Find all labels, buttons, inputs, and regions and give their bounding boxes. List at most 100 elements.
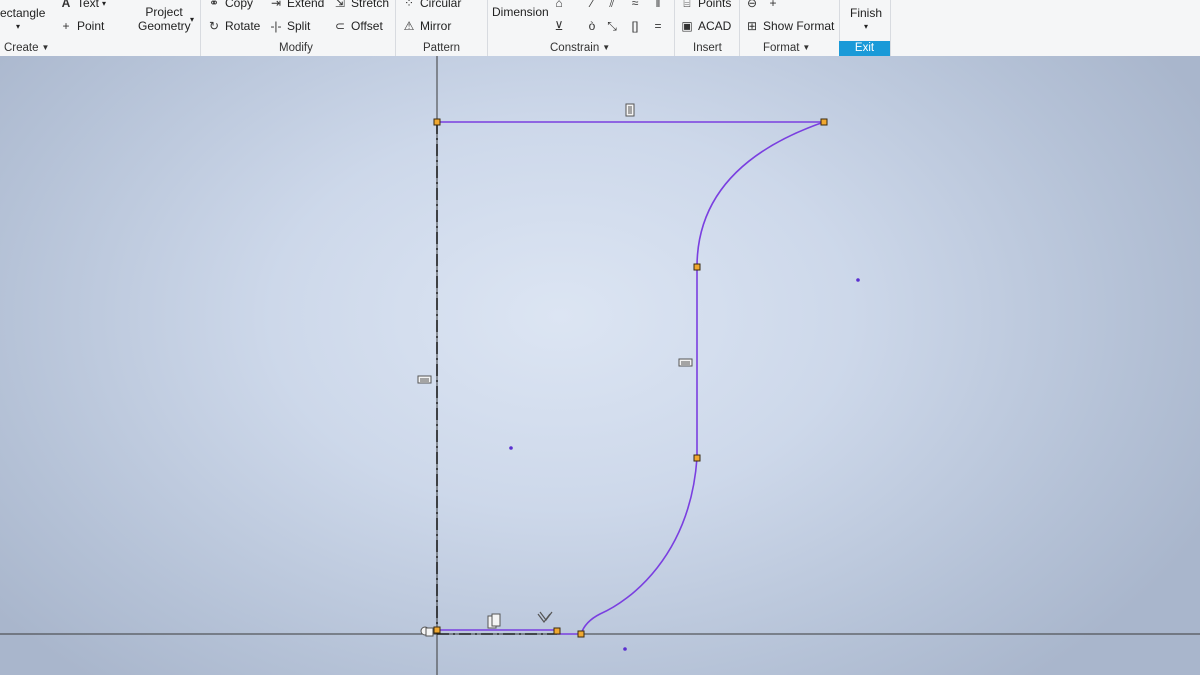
constrain-panel-dropdown-arrow[interactable]: ▼ (602, 43, 610, 52)
constrain-panel-label[interactable]: Constrain ▼ (550, 41, 610, 55)
coincident-constraint-button[interactable]: ⁄ (584, 0, 600, 10)
sketch-drawing (0, 56, 1200, 675)
arc-center-point[interactable] (856, 278, 860, 282)
create-panel: ectangle ▾ A Text ▾ + Point Project Geometr… (0, 0, 200, 56)
circular-pattern-button[interactable]: ⁘ Circular (401, 0, 461, 10)
rotate-icon: ↻ (208, 19, 220, 33)
automatic-dimension-button[interactable]: ⊻ (551, 19, 567, 33)
vertical-constraint-button[interactable]: ‖ (650, 0, 666, 10)
extend-button[interactable]: ⇥ Extend (268, 0, 324, 10)
split-icon: -|- (270, 19, 282, 33)
endpoint-handle[interactable] (577, 630, 585, 638)
tangent-constraint-icon[interactable] (537, 611, 553, 623)
pattern-panel: ⁘ Circular ⚠ Mirror Pattern (395, 0, 487, 56)
copy-label: Copy (225, 0, 254, 10)
copy-icon: ⚭ (208, 0, 220, 10)
construction-button[interactable]: ⊖ (744, 0, 760, 10)
centerpoint-icon: + (769, 0, 777, 10)
endpoint-handle[interactable] (693, 263, 701, 271)
extend-label: Extend (287, 0, 325, 10)
split-label: Split (287, 19, 311, 33)
tangent-constraint-button[interactable]: ≈ (627, 0, 643, 10)
create-panel-dropdown-arrow[interactable]: ▼ (42, 43, 50, 52)
mirror-icon: ⚠ (403, 19, 415, 33)
constraint-settings-button[interactable]: ⌂ (551, 0, 567, 10)
collinear-constraint-icon[interactable] (487, 613, 501, 629)
perpendicular-constraint-button[interactable]: ⤡ (604, 19, 620, 33)
endpoint-handle[interactable] (693, 454, 701, 462)
stretch-button[interactable]: ⇲ Stretch (332, 0, 389, 10)
points-label: Points (698, 0, 732, 10)
show-format-icon: ⊞ (746, 19, 758, 33)
point-button[interactable]: + Point (58, 19, 104, 33)
equal-constraint-button[interactable]: = (650, 19, 666, 33)
fix-constraint-button[interactable]: ò (584, 19, 600, 33)
top-arc[interactable] (696, 121, 825, 268)
project-geometry-button[interactable]: Project Geometry ▾ (138, 5, 194, 33)
offset-icon: ⊂ (334, 19, 346, 33)
acad-label: ACAD (698, 19, 732, 33)
show-format-button[interactable]: ⊞ Show Format (744, 19, 834, 33)
vertical-constraint-icon[interactable] (417, 375, 432, 384)
stretch-icon: ⇲ (334, 0, 346, 10)
rectangle-button[interactable]: ectangle ▾ (0, 6, 45, 34)
perpendicular-constraint-icon: ⤡ (607, 19, 617, 33)
text-button[interactable]: A Text ▾ (58, 0, 106, 11)
point-icon: + (62, 19, 70, 33)
extend-icon: ⇥ (270, 0, 282, 10)
bottom-arc[interactable] (580, 457, 698, 635)
arc-center-point[interactable] (509, 446, 513, 450)
dimension-button[interactable]: Dimension (492, 5, 549, 19)
import-points-button[interactable]: ⌸ Points (679, 0, 731, 10)
mirror-button[interactable]: ⚠ Mirror (401, 19, 452, 33)
mirror-label: Mirror (420, 19, 452, 33)
constrain-panel-label-text: Constrain (550, 42, 600, 54)
point-label: Point (77, 19, 105, 33)
endpoint-handle[interactable] (433, 626, 441, 634)
split-button[interactable]: -|- Split (268, 19, 310, 33)
rotate-label: Rotate (225, 19, 261, 33)
finish-sketch-button[interactable]: Finish ▾ (850, 6, 882, 34)
create-panel-label[interactable]: Create ▼ (4, 41, 49, 55)
offset-button[interactable]: ⊂ Offset (332, 19, 383, 33)
exit-panel-label: Exit (839, 41, 890, 56)
project-geometry-dropdown-arrow[interactable]: ▾ (190, 13, 194, 27)
vertical-constraint-icon: ‖ (655, 0, 661, 10)
offset-label: Offset (351, 19, 383, 33)
arc-center-point[interactable] (623, 647, 627, 651)
parallel-constraint-button[interactable]: ⫽ (604, 0, 620, 10)
format-panel-dropdown-arrow[interactable]: ▼ (802, 43, 810, 52)
coincident-constraint-icon: ⁄ (590, 0, 593, 10)
fix-constraint-icon: ò (588, 19, 596, 33)
stretch-label: Stretch (351, 0, 390, 10)
copy-button[interactable]: ⚭ Copy (206, 0, 253, 10)
create-panel-label-text: Create (4, 42, 39, 54)
tangent-constraint-icon: ≈ (631, 0, 639, 10)
endpoint-handle[interactable] (433, 118, 441, 126)
acad-button[interactable]: ▣ ACAD (679, 19, 731, 33)
vertical-constraint-icon[interactable] (678, 358, 693, 367)
coincident-constraint-icon[interactable] (420, 626, 434, 637)
centerpoint-button[interactable]: + (765, 0, 781, 10)
finish-dropdown-arrow[interactable]: ▾ (850, 20, 882, 34)
pattern-panel-label: Pattern (423, 42, 461, 54)
modify-panel-label: Modify (279, 42, 313, 54)
sketch-canvas[interactable] (0, 56, 1200, 675)
rotate-button[interactable]: ↻ Rotate (206, 19, 260, 33)
text-dropdown-arrow[interactable]: ▾ (102, 0, 106, 8)
symmetric-constraint-button[interactable]: [] (627, 19, 643, 33)
insert-panel-label: Insert (693, 42, 722, 54)
horizontal-constraint-icon[interactable] (625, 103, 635, 117)
endpoint-handle[interactable] (553, 627, 561, 635)
automatic-dimension-icon: ⊻ (554, 19, 564, 33)
circular-pattern-icon: ⁘ (403, 0, 415, 10)
show-format-label: Show Format (763, 19, 835, 33)
format-panel-label[interactable]: Format ▼ (763, 41, 810, 55)
ribbon-toolbar: ectangle ▾ A Text ▾ + Point Project Geometr… (0, 0, 1200, 57)
equal-constraint-icon: = (654, 19, 662, 33)
endpoint-handle[interactable] (820, 118, 828, 126)
rectangle-dropdown-arrow[interactable]: ▾ (0, 20, 45, 34)
format-panel-label-text: Format (763, 42, 800, 54)
text-icon: A (61, 0, 71, 10)
project-geometry-label-line1: Project (145, 5, 183, 19)
